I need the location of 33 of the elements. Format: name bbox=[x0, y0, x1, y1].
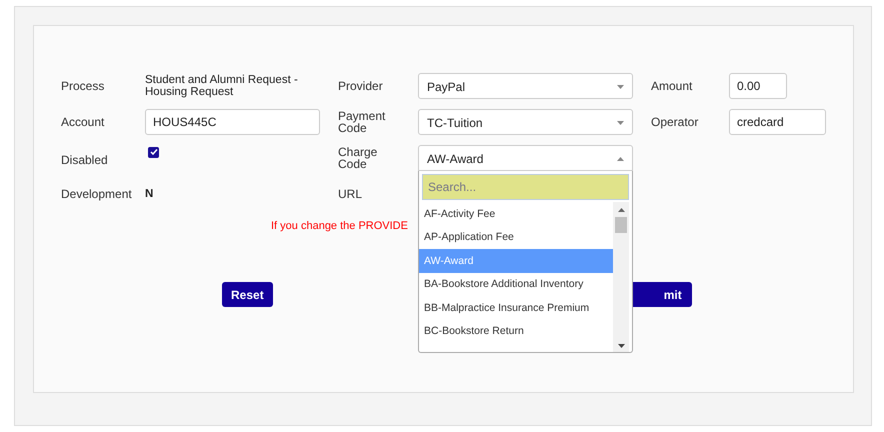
field-label: Disabled bbox=[61, 154, 109, 166]
field-label: Payment Code bbox=[338, 110, 386, 134]
field-label: Account bbox=[61, 116, 106, 128]
scroll-down-icon bbox=[618, 344, 624, 348]
scrollbar-thumb[interactable] bbox=[615, 217, 627, 233]
charge-code-select[interactable]: AW-Award bbox=[418, 145, 633, 171]
field-label: Amount bbox=[651, 80, 694, 92]
provider-select[interactable]: PayPal bbox=[418, 73, 633, 99]
field-label: Operator bbox=[651, 116, 700, 128]
operator-field[interactable]: credcard bbox=[729, 109, 826, 135]
dropdown-option[interactable]: AP-Application Fee bbox=[419, 226, 613, 249]
field-label: Charge Code bbox=[338, 146, 378, 170]
reset-button[interactable]: Reset bbox=[222, 282, 273, 307]
caret-icon bbox=[617, 121, 624, 125]
field-label: Process bbox=[61, 80, 106, 92]
field-label: URL bbox=[338, 188, 362, 200]
dropdown-option[interactable]: BC-Bookstore Return bbox=[419, 320, 613, 343]
amount-field[interactable]: 0.00 bbox=[729, 73, 787, 99]
field-label: Development bbox=[61, 188, 133, 200]
process-value: Student and Alumni Request - Housing Request bbox=[145, 74, 299, 98]
payment-code-select[interactable]: TC-Tuition bbox=[418, 109, 633, 135]
caret-icon bbox=[617, 157, 624, 161]
dropdown-option[interactable]: AF-Activity Fee bbox=[419, 202, 613, 226]
search-field[interactable]: Search... bbox=[422, 174, 629, 200]
dropdown-option[interactable]: BB-Malpractice Insurance Premium bbox=[419, 296, 613, 320]
warning-message: If you change the PROVIDE bbox=[271, 220, 408, 232]
field-label: Provider bbox=[338, 80, 383, 92]
scrollbar[interactable] bbox=[613, 202, 629, 352]
dropdown-option[interactable]: BA-Bookstore Additional Inventory bbox=[419, 272, 613, 296]
development-value: N bbox=[145, 188, 154, 200]
account-field[interactable]: HOUS445C bbox=[145, 109, 320, 135]
caret-icon bbox=[617, 85, 624, 89]
scroll-up-icon bbox=[618, 208, 624, 212]
